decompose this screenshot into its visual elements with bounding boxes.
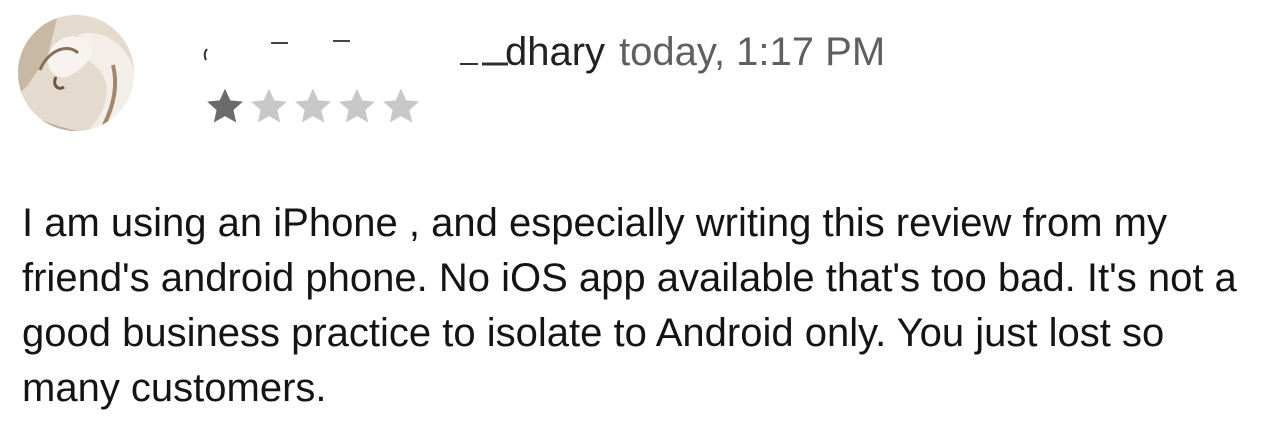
star-rating [202,84,422,128]
review-body: I am using an iPhone , and especially wr… [22,201,1237,410]
star-empty-icon [251,88,287,123]
reviewer-name[interactable]: dhary [505,30,605,74]
reviewer-header: dhary today, 1:17 PM [505,28,885,76]
star-empty-icon [339,88,375,123]
user-avatar[interactable] [18,15,134,131]
avatar-image [18,15,134,131]
star-empty-icon [295,88,331,123]
star-filled-icon [207,88,243,123]
review-date: today, 1:17 PM [619,30,886,74]
review-card: dhary today, 1:17 PM I am using an iPhone… [0,0,1281,425]
redacted-name-marks [203,40,508,66]
star-empty-icon [383,88,419,123]
